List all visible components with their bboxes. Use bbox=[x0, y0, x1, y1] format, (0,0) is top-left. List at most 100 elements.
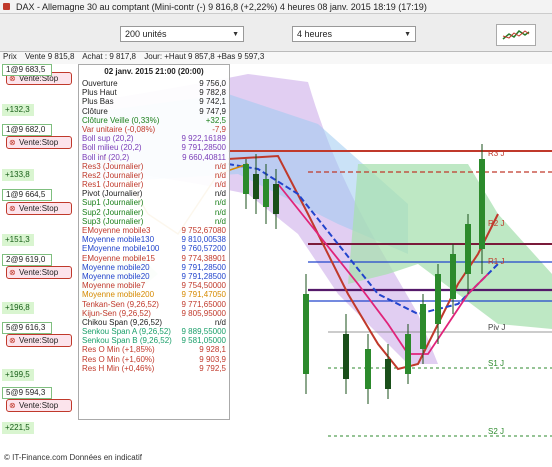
r3-label: R3 J bbox=[488, 149, 504, 158]
tooltip-value: 9 792,5 bbox=[199, 363, 226, 373]
tooltip-label: Boll sup (20,2) bbox=[82, 134, 134, 144]
tooltip-value: n/d bbox=[214, 198, 226, 208]
tooltip-value: 9 774,38901 bbox=[181, 253, 227, 263]
tooltip-label: EMoyenne mobile100 bbox=[82, 244, 160, 254]
period-select[interactable]: 4 heures ▼ bbox=[292, 26, 416, 42]
tooltip-row: Ouverture 9 756,0 bbox=[82, 79, 226, 88]
order-level[interactable]: 5@9 594,3 bbox=[2, 387, 52, 399]
tooltip-row: Sup1 (Journalier) n/d bbox=[82, 198, 226, 207]
tooltip-label: Res O Min (+1,60%) bbox=[82, 354, 155, 364]
chart-type-button[interactable] bbox=[496, 24, 536, 46]
tooltip-label: Res3 (Journalier) bbox=[82, 161, 144, 171]
order-level[interactable]: 1@9 682,0 bbox=[2, 124, 52, 136]
tooltip-label: Res2 (Journalier) bbox=[82, 170, 144, 180]
prix-label: Prix bbox=[3, 52, 17, 61]
tooltip-value: 9 754,50000 bbox=[181, 281, 227, 291]
pivot-label: Piv J bbox=[488, 323, 505, 332]
quantity-value: 200 unités bbox=[125, 29, 167, 39]
tooltip-row: EMoyenne mobile3 9 752,67080 bbox=[82, 226, 226, 235]
candle-tooltip: 02 janv. 2015 21:00 (20:00) Ouverture 9 7… bbox=[78, 64, 230, 420]
tooltip-value: -7,9 bbox=[212, 124, 226, 134]
s1-label: S1 J bbox=[488, 359, 504, 368]
tooltip-row: Res3 (Journalier) n/d bbox=[82, 162, 226, 171]
tooltip-value: 9 791,28500 bbox=[181, 262, 227, 272]
tooltip-value: 9 791,47050 bbox=[181, 290, 227, 300]
order-level[interactable]: 1@9 683,5 bbox=[2, 64, 52, 76]
tooltip-value: 9 810,00538 bbox=[181, 235, 227, 245]
tooltip-row: Kijun-Sen (9,26,52) 9 805,95000 bbox=[82, 309, 226, 318]
tooltip-value: n/d bbox=[214, 170, 226, 180]
tooltip-row: Res O Min (+1,60%) 9 903,9 bbox=[82, 355, 226, 364]
tooltip-value: 9 889,55000 bbox=[181, 327, 227, 337]
r2-label: R2 J bbox=[488, 219, 504, 228]
sell-stop-button[interactable]: Vente:Stop bbox=[6, 334, 72, 347]
period-value: 4 heures bbox=[297, 29, 333, 39]
order-panel: Vente:Stop 1@9 683,5 +132,3 Vente:Stop 1… bbox=[0, 64, 78, 449]
tooltip-value: n/d bbox=[214, 180, 226, 190]
tooltip-label: Chikou Span (9,26,52) bbox=[82, 317, 163, 327]
tooltip-label: Res H Min (+0,46%) bbox=[82, 363, 155, 373]
tooltip-label: Res O Min (+1,85%) bbox=[82, 345, 155, 355]
tooltip-label: Moyenne mobile20 bbox=[82, 271, 150, 281]
tooltip-row: Res1 (Journalier) n/d bbox=[82, 180, 226, 189]
tooltip-row: Tenkan-Sen (9,26,52) 9 771,65000 bbox=[82, 300, 226, 309]
sell-stop-button[interactable]: Vente:Stop bbox=[6, 266, 72, 279]
tooltip-label: Moyenne mobile130 bbox=[82, 235, 155, 245]
tooltip-label: Sup1 (Journalier) bbox=[82, 198, 144, 208]
order-level[interactable]: 1@9 664,5 bbox=[2, 189, 52, 201]
tooltip-row: Senkou Span A (9,26,52) 9 889,55000 bbox=[82, 327, 226, 336]
tooltip-label: EMoyenne mobile15 bbox=[82, 253, 155, 263]
tooltip-value: n/d bbox=[214, 207, 226, 217]
tooltip-row: Res O Min (+1,85%) 9 928,1 bbox=[82, 345, 226, 354]
order-delta: +133,8 bbox=[2, 169, 34, 181]
tooltip-row: EMoyenne mobile15 9 774,38901 bbox=[82, 254, 226, 263]
sell-stop-button[interactable]: Vente:Stop bbox=[6, 202, 72, 215]
chevron-down-icon: ▼ bbox=[404, 30, 411, 38]
jour-range: Jour: +Haut 9 857,8 +Bas 9 597,3 bbox=[144, 52, 265, 61]
vente-value: Vente 9 815,8 bbox=[25, 52, 75, 61]
tooltip-value: n/d bbox=[214, 161, 226, 171]
achat-value: Achat : 9 817,8 bbox=[82, 52, 137, 61]
tooltip-row: Res2 (Journalier) n/d bbox=[82, 171, 226, 180]
tooltip-label: Senkou Span A (9,26,52) bbox=[82, 327, 171, 337]
order-delta: +132,3 bbox=[2, 104, 34, 116]
tooltip-label: Plus Bas bbox=[82, 97, 114, 107]
tooltip-value: n/d bbox=[214, 216, 226, 226]
tooltip-row: Boll inf (20,2) 9 660,40811 bbox=[82, 153, 226, 162]
tooltip-row: Plus Haut 9 782,8 bbox=[82, 88, 226, 97]
tooltip-row: Moyenne mobile20 9 791,28500 bbox=[82, 272, 226, 281]
order-delta: +221,5 bbox=[2, 422, 34, 434]
s2-label: S2 J bbox=[488, 427, 504, 436]
app-icon bbox=[3, 3, 10, 10]
line-chart-icon bbox=[502, 30, 530, 40]
tooltip-value: n/d bbox=[214, 317, 226, 327]
tooltip-row: Plus Bas 9 742,1 bbox=[82, 97, 226, 106]
tooltip-value: 9 791,28500 bbox=[181, 271, 227, 281]
order-delta: +151,3 bbox=[2, 234, 34, 246]
title-bar: DAX - Allemagne 30 au comptant (Mini-con… bbox=[0, 0, 552, 14]
sell-stop-button[interactable]: Vente:Stop bbox=[6, 136, 72, 149]
tooltip-label: Ouverture bbox=[82, 79, 118, 88]
quantity-select[interactable]: 200 unités ▼ bbox=[120, 26, 244, 42]
tooltip-label: Senkou Span B (9,26,52) bbox=[82, 336, 172, 346]
tooltip-row: Sup3 (Journalier) n/d bbox=[82, 217, 226, 226]
tooltip-row: Boll milieu (20,2) 9 791,28500 bbox=[82, 143, 226, 152]
tooltip-value: 9 760,57200 bbox=[181, 244, 227, 254]
tooltip-label: Boll milieu (20,2) bbox=[82, 143, 142, 153]
tooltip-value: 9 903,9 bbox=[199, 354, 226, 364]
tooltip-value: +32,5 bbox=[205, 115, 226, 125]
footer: © IT-Finance.com Données en indicatif bbox=[0, 449, 552, 467]
order-level[interactable]: 2@9 619,0 bbox=[2, 254, 52, 266]
tooltip-label: Sup3 (Journalier) bbox=[82, 216, 144, 226]
tooltip-label: Clôture Veille (0,33%) bbox=[82, 115, 160, 125]
price-subbar: Prix Vente 9 815,8 Achat : 9 817,8 Jour:… bbox=[0, 52, 552, 64]
tooltip-value: 9 782,8 bbox=[199, 88, 226, 98]
tooltip-row: Var unitaire (-0,08%) -7,9 bbox=[82, 125, 226, 134]
tooltip-value: 9 747,9 bbox=[199, 106, 226, 116]
copyright-text: © IT-Finance.com Données en indicatif bbox=[4, 453, 142, 462]
sell-stop-button[interactable]: Vente:Stop bbox=[6, 399, 72, 412]
order-level[interactable]: 5@9 616,3 bbox=[2, 322, 52, 334]
tooltip-row: Moyenne mobile20 9 791,28500 bbox=[82, 263, 226, 272]
tooltip-label: Var unitaire (-0,08%) bbox=[82, 124, 156, 134]
tooltip-label: Tenkan-Sen (9,26,52) bbox=[82, 299, 159, 309]
